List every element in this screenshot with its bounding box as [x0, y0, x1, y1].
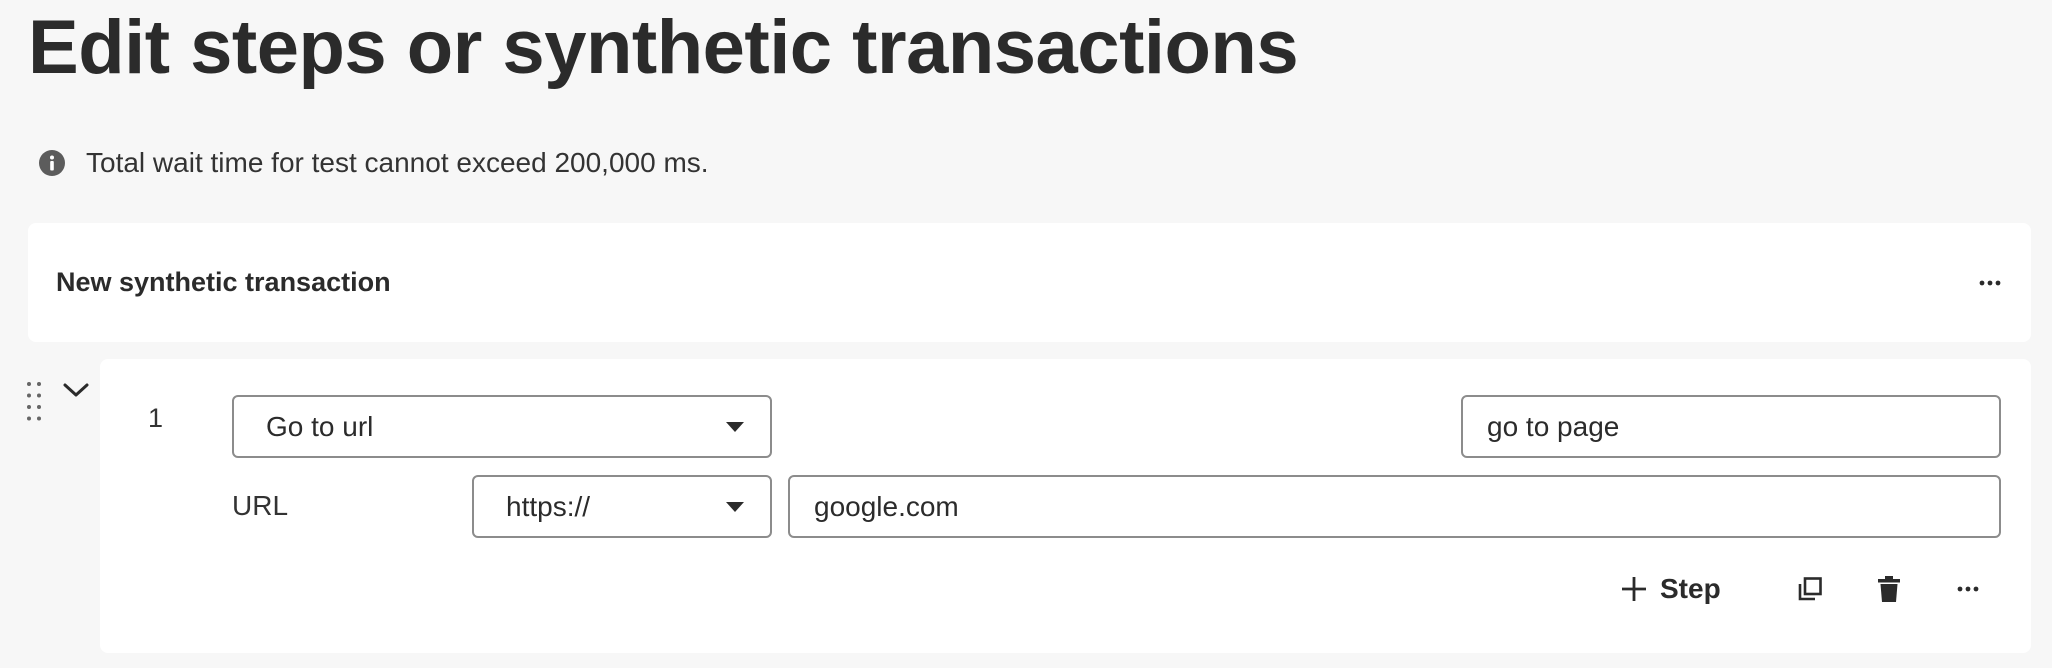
plus-icon: [1622, 577, 1646, 601]
duplicate-icon: [1798, 577, 1822, 601]
protocol-value: https://: [506, 490, 591, 522]
step-name-input[interactable]: go to page: [1461, 395, 2001, 458]
add-step-label: Step: [1660, 573, 1721, 604]
url-value: google.com: [814, 490, 959, 522]
url-input[interactable]: google.com: [788, 475, 2001, 538]
trash-icon: [1878, 576, 1900, 602]
step-number: 1: [148, 403, 164, 433]
transaction-more-button[interactable]: [1968, 261, 2012, 305]
wait-time-notice: Total wait time for test cannot exceed 2…: [38, 145, 709, 181]
transaction-card: New synthetic transaction: [28, 223, 2031, 342]
protocol-select[interactable]: https://: [472, 475, 772, 538]
chevron-down-icon[interactable]: [60, 378, 92, 402]
duplicate-step-button[interactable]: [1788, 567, 1832, 611]
caret-down-icon: [726, 421, 744, 432]
more-horizontal-icon: [1979, 280, 2001, 286]
info-icon: [38, 149, 66, 177]
delete-step-button[interactable]: [1867, 567, 1911, 611]
step-card: 1 Go to url go to page URL https:// goog…: [100, 359, 2031, 653]
step-action-value: Go to url: [266, 410, 374, 442]
more-horizontal-icon: [1957, 586, 1979, 592]
page-title: Edit steps or synthetic transactions: [28, 5, 1299, 90]
add-step-button[interactable]: Step: [1620, 564, 1721, 614]
step-name-value: go to page: [1487, 410, 1620, 442]
drag-handle-icon[interactable]: [26, 381, 42, 425]
step-more-button[interactable]: [1946, 567, 1990, 611]
transaction-title: New synthetic transaction: [56, 267, 391, 297]
caret-down-icon: [726, 501, 744, 512]
url-label: URL: [232, 490, 289, 521]
notice-text: Total wait time for test cannot exceed 2…: [86, 147, 709, 178]
step-action-select[interactable]: Go to url: [232, 395, 772, 458]
